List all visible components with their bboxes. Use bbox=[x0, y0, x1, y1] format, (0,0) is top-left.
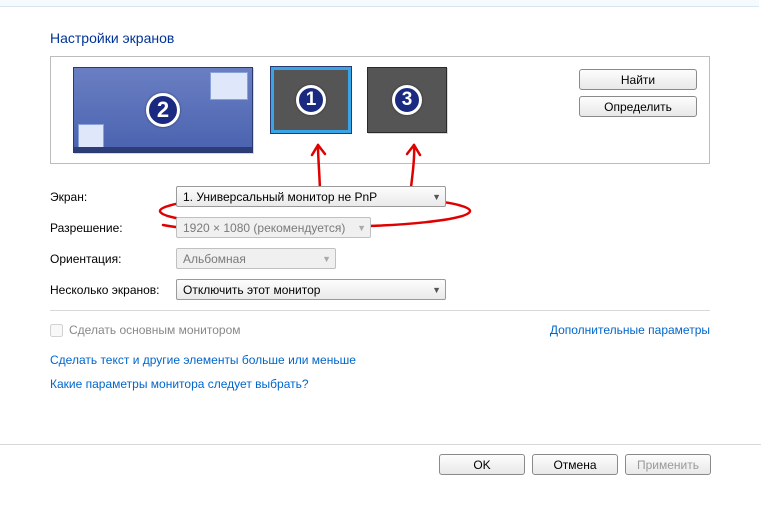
content-area: Настройки экранов 2 1 3 Найти Определить… bbox=[50, 30, 710, 401]
find-button[interactable]: Найти bbox=[579, 69, 697, 90]
which-params-link[interactable]: Какие параметры монитора следует выбрать… bbox=[50, 377, 309, 391]
identify-button[interactable]: Определить bbox=[579, 96, 697, 117]
resolution-select-value: 1920 × 1080 (рекомендуется) bbox=[183, 221, 345, 235]
dialog-separator bbox=[0, 444, 761, 445]
monitor-3[interactable]: 3 bbox=[367, 67, 447, 133]
cancel-button[interactable]: Отмена bbox=[532, 454, 618, 475]
monitor-number-badge: 3 bbox=[392, 85, 422, 115]
thumbnail-taskbar-icon bbox=[74, 147, 252, 152]
display-select-value: 1. Универсальный монитор не PnP bbox=[183, 190, 377, 204]
preview-side-buttons: Найти Определить bbox=[579, 69, 697, 117]
row-display: Экран: 1. Универсальный монитор не PnP ▼ bbox=[50, 186, 710, 207]
resolution-select: 1920 × 1080 (рекомендуется) ▼ bbox=[176, 217, 371, 238]
orientation-select-value: Альбомная bbox=[183, 252, 246, 266]
display-select[interactable]: 1. Универсальный монитор не PnP ▼ bbox=[176, 186, 446, 207]
chevron-down-icon: ▼ bbox=[432, 192, 441, 202]
multiple-displays-value: Отключить этот монитор bbox=[183, 283, 320, 297]
apply-button: Применить bbox=[625, 454, 711, 475]
label-multiple: Несколько экранов: bbox=[50, 283, 176, 297]
text-size-link[interactable]: Сделать текст и другие элементы больше и… bbox=[50, 353, 356, 367]
chevron-down-icon: ▼ bbox=[322, 254, 331, 264]
make-primary-checkbox-input bbox=[50, 324, 63, 337]
label-display: Экран: bbox=[50, 190, 176, 204]
label-resolution: Разрешение: bbox=[50, 221, 176, 235]
make-primary-label: Сделать основным монитором bbox=[69, 323, 241, 337]
monitor-1-selected[interactable]: 1 bbox=[271, 67, 351, 133]
divider bbox=[50, 310, 710, 311]
row-multiple-displays: Несколько экранов: Отключить этот монито… bbox=[50, 279, 710, 300]
dialog-button-bar: OK Отмена Применить bbox=[439, 454, 711, 475]
label-orientation: Ориентация: bbox=[50, 252, 176, 266]
ok-button[interactable]: OK bbox=[439, 454, 525, 475]
row-primary-checkbox: Сделать основным монитором Дополнительны… bbox=[50, 323, 710, 337]
window-top-edge bbox=[0, 0, 759, 7]
chevron-down-icon: ▼ bbox=[357, 223, 366, 233]
thumbnail-window-icon bbox=[78, 124, 104, 148]
row-resolution: Разрешение: 1920 × 1080 (рекомендуется) … bbox=[50, 217, 710, 238]
monitor-2[interactable]: 2 bbox=[73, 67, 253, 153]
orientation-select: Альбомная ▼ bbox=[176, 248, 336, 269]
make-primary-checkbox: Сделать основным монитором bbox=[50, 323, 241, 337]
thumbnail-window-icon bbox=[210, 72, 248, 100]
chevron-down-icon: ▼ bbox=[432, 285, 441, 295]
monitor-number-badge: 1 bbox=[296, 85, 326, 115]
monitor-number-badge: 2 bbox=[146, 93, 180, 127]
row-orientation: Ориентация: Альбомная ▼ bbox=[50, 248, 710, 269]
advanced-settings-link[interactable]: Дополнительные параметры bbox=[550, 323, 710, 337]
monitor-layout-canvas[interactable]: 2 1 3 bbox=[73, 65, 523, 157]
multiple-displays-select[interactable]: Отключить этот монитор ▼ bbox=[176, 279, 446, 300]
page-title: Настройки экранов bbox=[50, 30, 710, 46]
monitor-preview-panel: 2 1 3 Найти Определить bbox=[50, 56, 710, 164]
